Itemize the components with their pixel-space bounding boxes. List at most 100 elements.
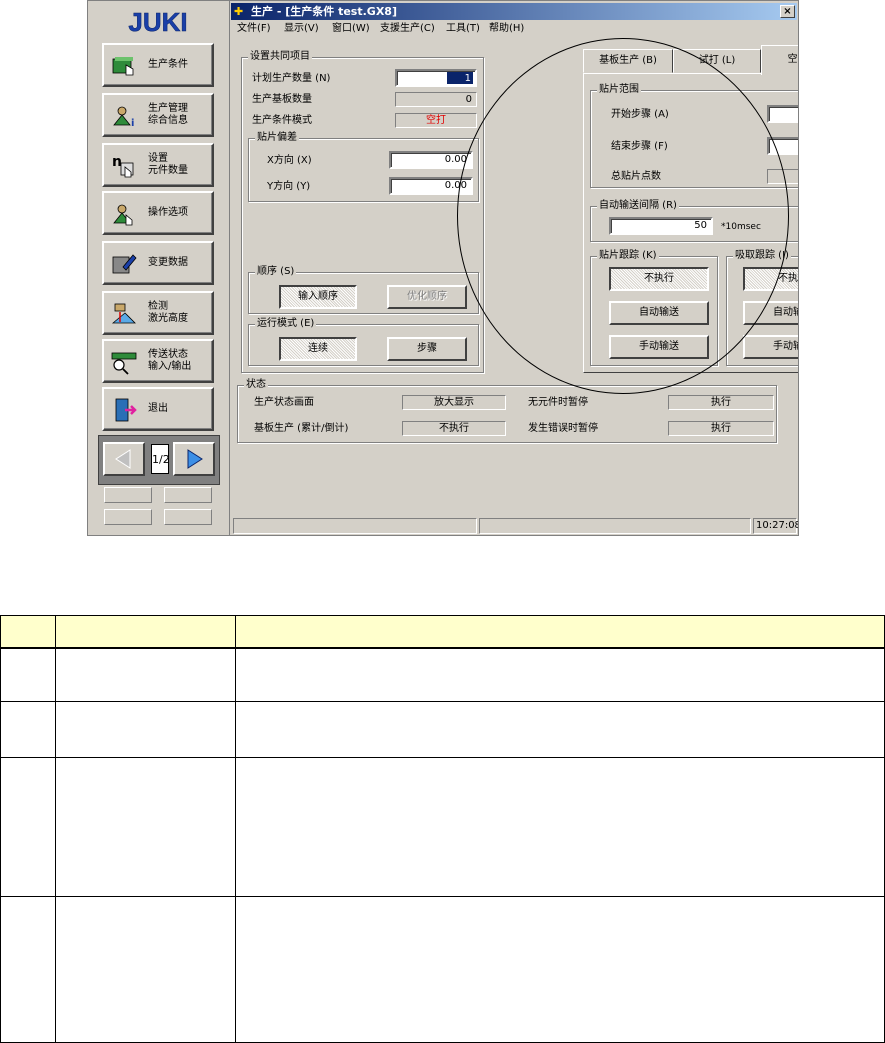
no-component-pause-label: 无元件时暂停 xyxy=(528,397,588,408)
arrow-right-icon xyxy=(187,449,203,469)
title-bar: 生产 - [生产条件 test.GX8] xyxy=(231,3,797,20)
order-label: 顺序 (S) xyxy=(255,266,297,278)
error-pause-value: 执行 xyxy=(668,421,774,436)
set-component-count-icon: n xyxy=(112,154,134,178)
production-management-label: 生产管理 综合信息 xyxy=(148,103,188,126)
table-header-cell xyxy=(0,615,56,649)
transfer-io-button[interactable]: 传送状态 输入/输出 xyxy=(102,339,214,383)
input-order-button[interactable]: 输入顺序 xyxy=(279,285,357,309)
status-group: 状态 生产状态画面 放大显示 无元件时暂停 执行 基板生产 (累计/倒计) 不执… xyxy=(237,379,777,443)
status-screen-label: 生产状态画面 xyxy=(254,397,314,408)
table-header-cell xyxy=(55,615,236,649)
exit-button[interactable]: 退出 xyxy=(102,387,214,431)
board-count-value: 不执行 xyxy=(402,421,506,436)
table-row xyxy=(0,701,885,759)
placement-offset-group: 贴片偏差 X方向 (X) 0.00 Y方向 (Y) 0.00 xyxy=(248,132,479,202)
set-component-count-label: 设置 元件数量 xyxy=(148,153,188,176)
no-component-pause-value: 执行 xyxy=(668,395,774,410)
planned-qty-label: 计划生产数量 (N) xyxy=(252,73,331,84)
x-offset-input[interactable]: 0.00 xyxy=(389,151,473,169)
blank-button-1[interactable] xyxy=(104,487,152,503)
page-indicator: 1/2 xyxy=(151,444,170,474)
table-row xyxy=(0,646,885,703)
board-qty-value: 0 xyxy=(395,92,477,107)
blank-button-2[interactable] xyxy=(164,487,212,503)
tab-dry-run[interactable]: 空打 (D) xyxy=(761,45,798,75)
operation-options-label: 操作选项 xyxy=(148,207,188,218)
next-page-button[interactable] xyxy=(173,442,215,476)
svg-text:n: n xyxy=(112,154,122,170)
operation-options-icon xyxy=(113,204,133,226)
board-count-label: 基板生产 (累计/倒计) xyxy=(254,423,349,434)
laser-height-button[interactable]: 检测 激光高度 xyxy=(102,291,214,335)
start-step-input[interactable]: 1 xyxy=(767,105,798,123)
laser-height-label: 检测 激光高度 xyxy=(148,301,188,324)
table-header-row xyxy=(0,615,885,649)
run-mode-group: 运行模式 (E) 连续 步骤 xyxy=(248,318,479,366)
order-group: 顺序 (S) 输入顺序 优化顺序 xyxy=(248,266,479,314)
description-table xyxy=(0,615,885,1043)
table-cell xyxy=(55,895,236,1043)
table-cell xyxy=(55,646,236,703)
change-data-icon xyxy=(112,254,137,274)
continuous-button[interactable]: 连续 xyxy=(279,337,357,361)
table-cell xyxy=(55,757,236,897)
menu-window[interactable]: 窗口(W) xyxy=(332,22,370,36)
menu-help[interactable]: 帮助(H) xyxy=(489,22,524,36)
logo-text: JUKI xyxy=(128,9,187,35)
step-button[interactable]: 步骤 xyxy=(387,337,467,361)
x-offset-label: X方向 (X) xyxy=(267,155,312,166)
arrow-left-icon xyxy=(115,449,131,469)
pickup-manual-transfer-button[interactable]: 手动输送 xyxy=(743,335,798,359)
window-title: 生产 - [生产条件 test.GX8] xyxy=(251,5,397,18)
production-conditions-label: 生产条件 xyxy=(148,59,188,70)
menu-file[interactable]: 文件(F) xyxy=(237,22,271,36)
mode-label: 生产条件模式 xyxy=(252,115,312,126)
common-settings-label: 设置共同项目 xyxy=(248,51,312,63)
menu-view[interactable]: 显示(V) xyxy=(284,22,319,36)
planned-qty-input[interactable]: 1 xyxy=(395,69,477,87)
placement-offset-label: 贴片偏差 xyxy=(255,132,299,144)
production-conditions-icon xyxy=(112,57,134,76)
blank-button-4[interactable] xyxy=(164,509,212,525)
production-management-button[interactable]: i 生产管理 综合信息 xyxy=(102,93,214,137)
table-cell xyxy=(235,646,885,703)
table-cell xyxy=(0,646,56,703)
blank-button-3[interactable] xyxy=(104,509,152,525)
status-screen-value: 放大显示 xyxy=(402,395,506,410)
table-header-cell xyxy=(235,615,885,649)
table-cell xyxy=(235,895,885,1043)
operation-options-button[interactable]: 操作选项 xyxy=(102,191,214,235)
table-cell xyxy=(0,895,56,1043)
left-sidebar: JUKI 生产条件 i 生产管理 综合信息 n 设置 元件数量 操作选项 变更数… xyxy=(88,1,230,535)
juki-logo: JUKI xyxy=(128,9,188,35)
page-navigation: 1/2 xyxy=(98,435,220,485)
run-mode-label: 运行模式 (E) xyxy=(255,318,317,330)
laser-height-icon xyxy=(111,303,136,324)
board-qty-label: 生产基板数量 xyxy=(252,94,312,105)
error-pause-label: 发生错误时暂停 xyxy=(528,423,598,434)
table-cell xyxy=(235,757,885,897)
menu-support-production[interactable]: 支援生产(C) xyxy=(380,22,435,36)
production-conditions-button[interactable]: 生产条件 xyxy=(102,43,214,87)
table-cell xyxy=(0,701,56,759)
exit-label: 退出 xyxy=(148,403,168,414)
table-cell xyxy=(0,757,56,897)
svg-text:i: i xyxy=(131,118,134,129)
status-pane-2 xyxy=(479,518,751,534)
exit-icon xyxy=(115,398,137,422)
optimize-order-button[interactable]: 优化顺序 xyxy=(387,285,467,309)
menu-tools[interactable]: 工具(T) xyxy=(446,22,480,36)
highlight-circle xyxy=(457,38,789,394)
change-data-label: 变更数据 xyxy=(148,257,188,268)
common-settings-group: 设置共同项目 计划生产数量 (N) 1 生产基板数量 0 生产条件模式 空打 贴… xyxy=(241,51,484,373)
table-cell xyxy=(235,701,885,759)
set-component-count-button[interactable]: n 设置 元件数量 xyxy=(102,143,214,187)
previous-page-button[interactable] xyxy=(103,442,145,476)
table-row xyxy=(0,895,885,1043)
transfer-io-label: 传送状态 输入/输出 xyxy=(148,349,192,372)
menu-bar: 文件(F) 显示(V) 窗口(W) 支援生产(C) 工具(T) 帮助(H) xyxy=(231,21,797,37)
change-data-button[interactable]: 变更数据 xyxy=(102,241,214,285)
close-button[interactable]: × xyxy=(780,5,795,18)
status-bar: 10:27:08 xyxy=(231,517,798,535)
